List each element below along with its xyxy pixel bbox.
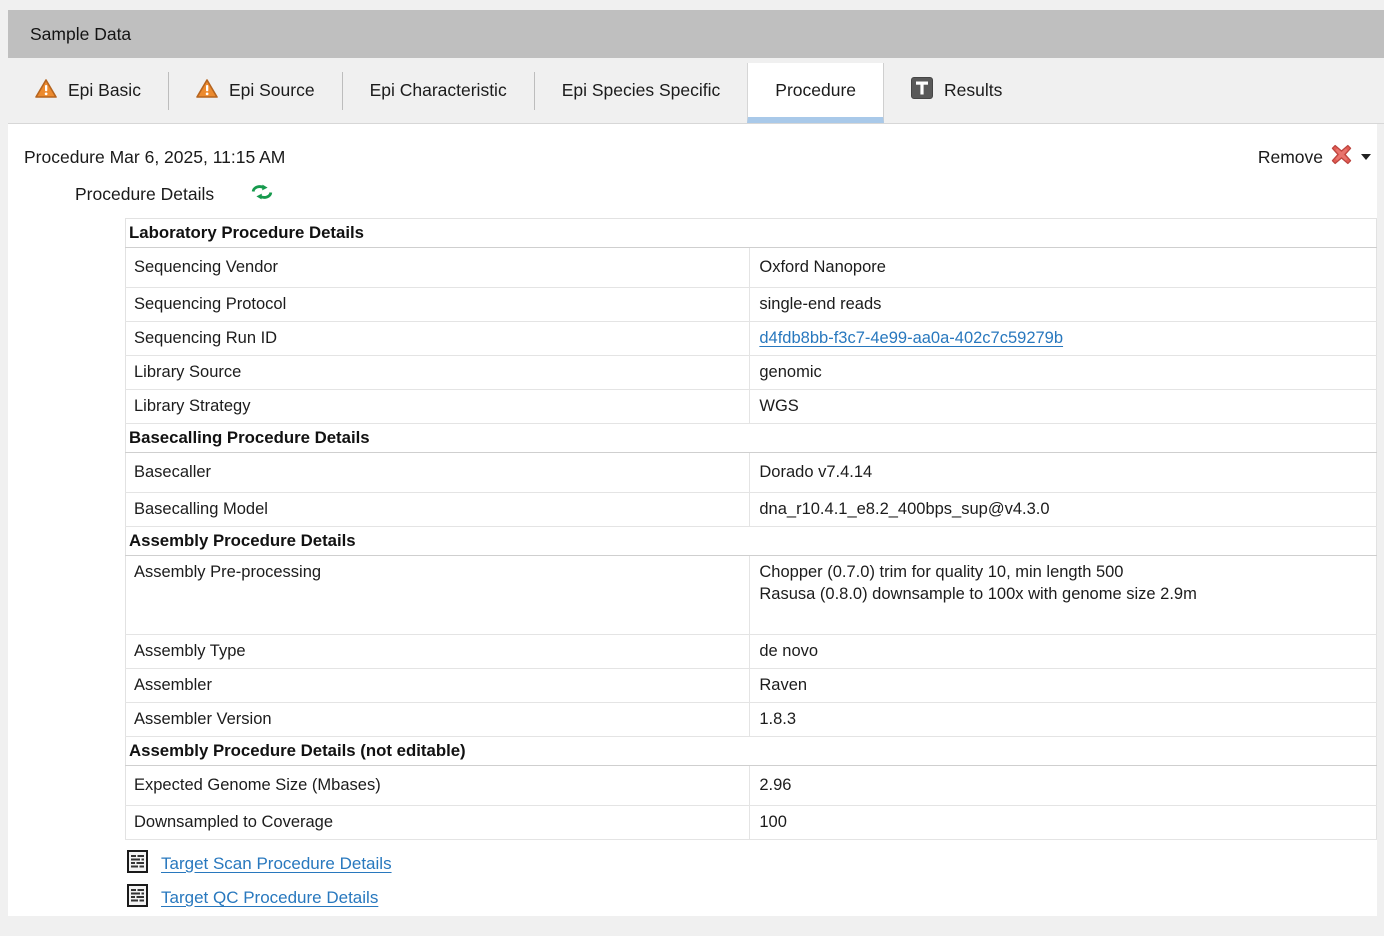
row-label: Assembler Version bbox=[126, 703, 750, 737]
table-row: Sequencing Vendor Oxford Nanopore bbox=[126, 248, 1377, 288]
section-title: Assembly Procedure Details bbox=[126, 527, 1377, 556]
table-row: Library Strategy WGS bbox=[126, 390, 1377, 424]
section-header-row: Assembly Procedure Details bbox=[126, 527, 1377, 556]
row-value: dna_r10.4.1_e8.2_400bps_sup@v4.3.0 bbox=[750, 493, 1377, 527]
row-value: Raven bbox=[750, 669, 1377, 703]
section-header-row: Assembly Procedure Details (not editable… bbox=[126, 737, 1377, 766]
row-label: Assembler bbox=[126, 669, 750, 703]
tab-procedure[interactable]: Procedure bbox=[747, 63, 884, 123]
tab-epi-basic[interactable]: Epi Basic bbox=[8, 58, 168, 124]
table-row: Expected Genome Size (Mbases) 2.96 bbox=[126, 766, 1377, 806]
row-value-line1: Chopper (0.7.0) trim for quality 10, min… bbox=[759, 563, 1123, 581]
row-label: Assembly Type bbox=[126, 635, 750, 669]
row-label: Downsampled to Coverage bbox=[126, 806, 750, 840]
procedure-details-table: Laboratory Procedure Details Sequencing … bbox=[125, 218, 1377, 840]
table-row: Assembly Type de novo bbox=[126, 635, 1377, 669]
row-value: 1.8.3 bbox=[750, 703, 1377, 737]
tab-label: Epi Species Specific bbox=[562, 80, 721, 101]
row-label: Basecalling Model bbox=[126, 493, 750, 527]
details-form-icon[interactable] bbox=[127, 884, 148, 912]
tab-label: Epi Basic bbox=[68, 80, 141, 101]
row-value: Dorado v7.4.14 bbox=[750, 453, 1377, 493]
tab-epi-source[interactable]: Epi Source bbox=[169, 58, 342, 124]
target-scan-procedure-link[interactable]: Target Scan Procedure Details bbox=[161, 854, 392, 874]
dropdown-caret-icon[interactable] bbox=[1361, 154, 1371, 160]
row-value: Oxford Nanopore bbox=[750, 248, 1377, 288]
row-label: Basecaller bbox=[126, 453, 750, 493]
tab-label: Results bbox=[944, 80, 1002, 101]
row-label: Sequencing Protocol bbox=[126, 288, 750, 322]
row-label: Expected Genome Size (Mbases) bbox=[126, 766, 750, 806]
row-label: Sequencing Vendor bbox=[126, 248, 750, 288]
sequencing-run-id-link[interactable]: d4fdb8bb-f3c7-4e99-aa0a-402c7c59279b bbox=[759, 329, 1063, 347]
procedure-details-label: Procedure Details bbox=[75, 184, 214, 205]
row-value: de novo bbox=[750, 635, 1377, 669]
table-row: Sequencing Protocol single-end reads bbox=[126, 288, 1377, 322]
table-row: Basecalling Model dna_r10.4.1_e8.2_400bp… bbox=[126, 493, 1377, 527]
tab-epi-characteristic[interactable]: Epi Characteristic bbox=[343, 58, 534, 124]
table-row: Library Source genomic bbox=[126, 356, 1377, 390]
row-value: Chopper (0.7.0) trim for quality 10, min… bbox=[750, 556, 1377, 635]
row-value: 2.96 bbox=[750, 766, 1377, 806]
table-row: Basecaller Dorado v7.4.14 bbox=[126, 453, 1377, 493]
row-label: Library Source bbox=[126, 356, 750, 390]
tab-label: Epi Characteristic bbox=[370, 80, 507, 101]
sample-data-panel: Sample Data Epi Basic Epi Source Epi Cha… bbox=[8, 10, 1384, 916]
tab-label: Epi Source bbox=[229, 80, 315, 101]
red-x-icon bbox=[1331, 144, 1352, 170]
table-row: Assembler Version 1.8.3 bbox=[126, 703, 1377, 737]
section-title: Laboratory Procedure Details bbox=[126, 219, 1377, 248]
procedure-tab-content: Procedure Mar 6, 2025, 11:15 AM Remove P… bbox=[8, 124, 1377, 916]
table-row: Downsampled to Coverage 100 bbox=[126, 806, 1377, 840]
warning-icon bbox=[196, 79, 218, 103]
window-titlebar: Sample Data bbox=[8, 10, 1384, 58]
sync-arrows-icon[interactable] bbox=[250, 184, 274, 205]
row-label: Sequencing Run ID bbox=[126, 322, 750, 356]
tab-label: Procedure bbox=[775, 80, 856, 101]
tab-results[interactable]: Results bbox=[884, 58, 1029, 124]
table-row: Sequencing Run ID d4fdb8bb-f3c7-4e99-aa0… bbox=[126, 322, 1377, 356]
section-title: Basecalling Procedure Details bbox=[126, 424, 1377, 453]
details-form-icon[interactable] bbox=[127, 850, 148, 878]
row-label: Library Strategy bbox=[126, 390, 750, 424]
tab-epi-species-specific[interactable]: Epi Species Specific bbox=[535, 58, 748, 124]
procedure-header-row: Procedure Mar 6, 2025, 11:15 AM Remove bbox=[8, 124, 1377, 170]
row-value: WGS bbox=[750, 390, 1377, 424]
section-header-row: Basecalling Procedure Details bbox=[126, 424, 1377, 453]
warning-icon bbox=[35, 79, 57, 103]
table-row: Assembler Raven bbox=[126, 669, 1377, 703]
row-label: Assembly Pre-processing bbox=[126, 556, 750, 635]
section-title: Assembly Procedure Details (not editable… bbox=[126, 737, 1377, 766]
target-qc-procedure-link[interactable]: Target QC Procedure Details bbox=[161, 888, 378, 908]
procedure-links: Target Scan Procedure Details Target QC … bbox=[127, 847, 1377, 915]
section-header-row: Laboratory Procedure Details bbox=[126, 219, 1377, 248]
tab-bar: Epi Basic Epi Source Epi Characteristic … bbox=[8, 58, 1384, 124]
target-qc-link-row: Target QC Procedure Details bbox=[127, 881, 1377, 915]
window-title: Sample Data bbox=[30, 24, 131, 45]
row-value: single-end reads bbox=[750, 288, 1377, 322]
procedure-details-row: Procedure Details bbox=[75, 184, 1377, 205]
table-row: Assembly Pre-processing Chopper (0.7.0) … bbox=[126, 556, 1377, 635]
target-scan-link-row: Target Scan Procedure Details bbox=[127, 847, 1377, 881]
row-value: 100 bbox=[750, 806, 1377, 840]
letter-t-icon bbox=[911, 77, 933, 104]
remove-label: Remove bbox=[1258, 147, 1323, 168]
row-value-line2: Rasusa (0.8.0) downsample to 100x with g… bbox=[759, 585, 1368, 604]
remove-procedure-button[interactable]: Remove bbox=[1258, 144, 1371, 170]
row-value: genomic bbox=[750, 356, 1377, 390]
procedure-header-title: Procedure Mar 6, 2025, 11:15 AM bbox=[24, 147, 285, 168]
